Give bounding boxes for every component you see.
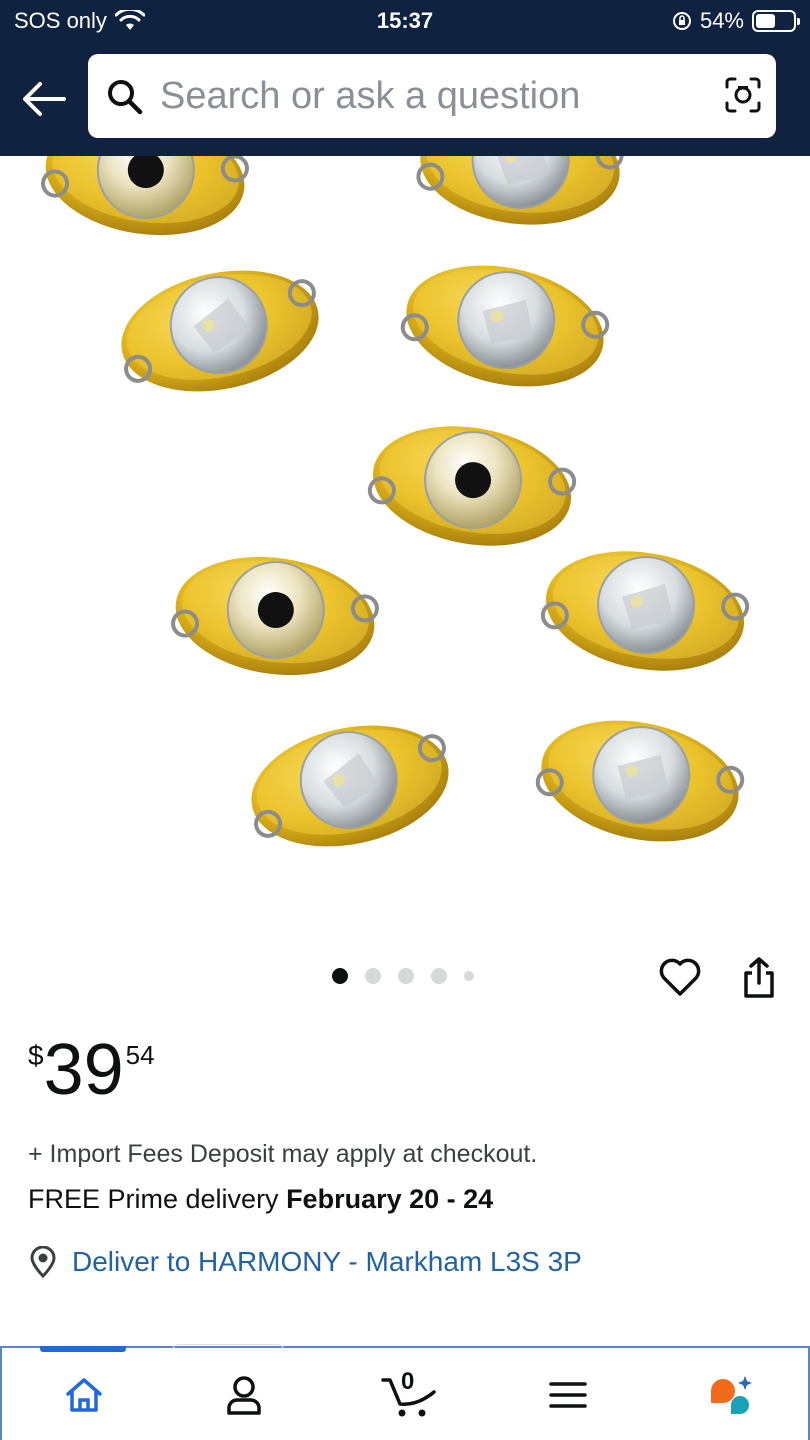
search-icon	[108, 80, 143, 115]
price: $ 39 54	[28, 1030, 155, 1110]
account-icon	[227, 1376, 261, 1415]
carousel-dot[interactable]	[398, 968, 414, 984]
search-input[interactable]	[160, 70, 700, 122]
price-whole: 39	[43, 1030, 124, 1110]
bottom-nav: 0	[0, 1344, 810, 1440]
back-arrow-icon	[23, 82, 66, 116]
active-tab-indicator	[40, 1346, 126, 1352]
battery-icon	[752, 10, 800, 32]
product-image[interactable]	[0, 156, 810, 916]
camera-search-icon[interactable]	[724, 76, 762, 114]
delivery-prefix: FREE Prime delivery	[28, 1184, 287, 1214]
back-button[interactable]	[18, 74, 68, 124]
deliver-to-label: Deliver to HARMONY - Markham L3S 3P	[72, 1246, 582, 1277]
rotation-lock-icon	[672, 12, 691, 30]
location-pin-icon	[30, 1246, 56, 1278]
nav-menu[interactable]	[538, 1370, 598, 1420]
delivery-info: FREE Prime delivery February 20 - 24	[28, 1184, 493, 1215]
nav-assistant[interactable]	[700, 1370, 760, 1420]
heart-icon	[659, 958, 701, 996]
nav-cart[interactable]: 0	[374, 1368, 444, 1420]
price-currency: $	[28, 1040, 44, 1071]
carousel-dot[interactable]	[365, 968, 381, 984]
share-icon	[744, 957, 774, 998]
carousel-dot[interactable]	[332, 968, 348, 984]
add-to-list-button[interactable]	[658, 956, 702, 1003]
deliver-to-link[interactable]: Deliver to HARMONY - Markham L3S 3P	[28, 1246, 582, 1278]
home-icon	[66, 1378, 102, 1412]
status-bar: SOS only 15:37 54%	[0, 0, 810, 44]
status-right: 54%	[672, 8, 800, 34]
battery-percent: 54%	[699, 8, 744, 33]
cart-count: 0	[401, 1368, 415, 1395]
carousel-dot[interactable]	[431, 968, 447, 984]
carousel-indicator[interactable]	[332, 968, 474, 984]
product-photo	[35, 156, 756, 866]
nav-account[interactable]	[214, 1370, 274, 1420]
app-header: SOS only 15:37 54%	[0, 0, 810, 156]
import-fees-note: + Import Fees Deposit may apply at check…	[28, 1140, 538, 1168]
search-bar[interactable]	[88, 54, 776, 138]
share-button[interactable]	[740, 956, 778, 1005]
nav-home[interactable]	[54, 1370, 114, 1420]
battery-fill	[756, 14, 775, 28]
menu-icon	[549, 1382, 587, 1408]
carousel-dot[interactable]	[464, 971, 474, 981]
delivery-dates: February 20 - 24	[286, 1184, 494, 1214]
price-fraction: 54	[125, 1040, 155, 1070]
nav-handle	[172, 1344, 284, 1350]
assistant-icon	[711, 1376, 752, 1414]
